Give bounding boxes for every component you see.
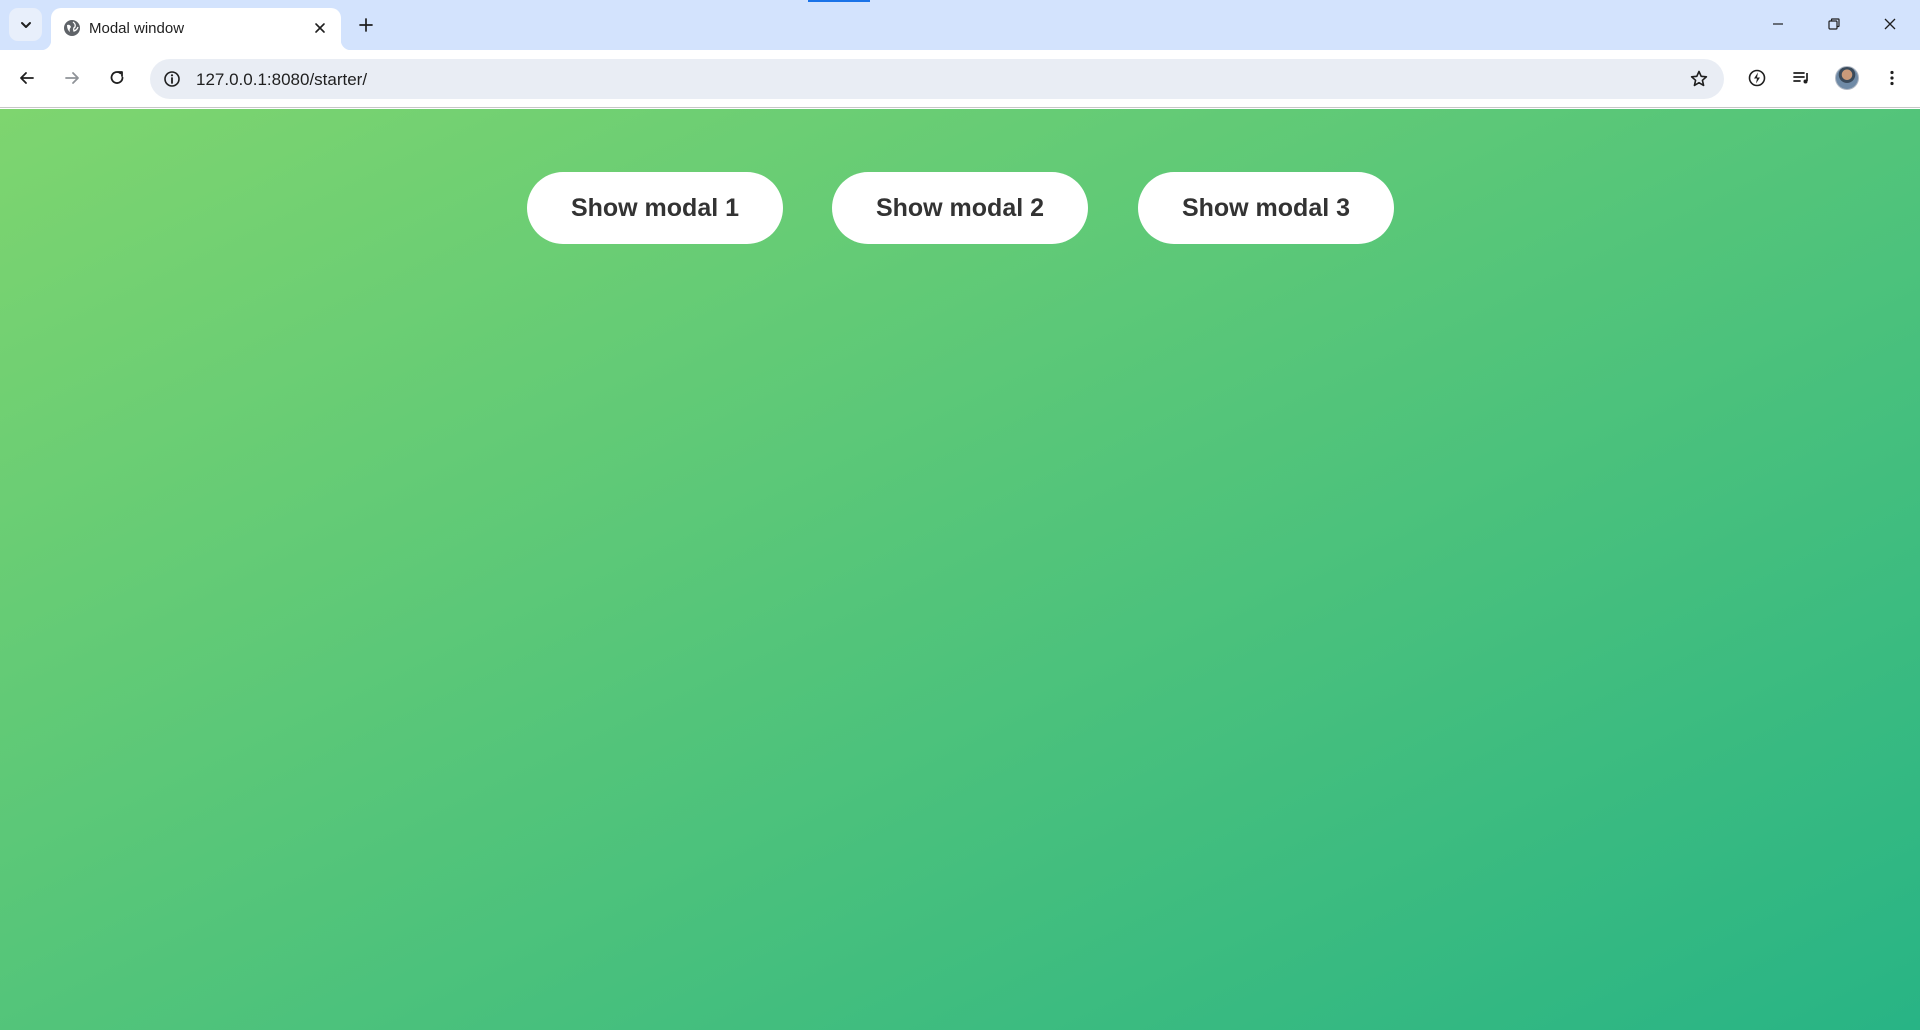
show-modal-2-button[interactable]: Show modal 2 [832,172,1088,244]
minimize-icon [1773,23,1783,25]
address-bar[interactable]: 127.0.0.1:8080/starter/ [150,59,1724,99]
reload-icon [110,71,124,84]
show-modal-3-button[interactable]: Show modal 3 [1138,172,1394,244]
menu-button[interactable] [1875,61,1909,95]
restore-button[interactable] [1806,0,1862,48]
arrow-left-icon [20,72,34,84]
loading-indicator [808,0,870,2]
tab-search-button[interactable] [9,8,42,41]
tab-modal-window[interactable]: Modal window [41,8,351,50]
performance-icon [1748,69,1766,87]
bookmark-button[interactable] [1684,64,1714,94]
avatar [1835,66,1859,90]
profile-button[interactable] [1830,61,1864,95]
media-controls-button[interactable] [1785,61,1819,95]
playlist-icon [1793,72,1808,84]
show-modal-1-button[interactable]: Show modal 1 [527,172,783,244]
tab-close-button[interactable] [309,17,331,39]
minimize-button[interactable] [1750,0,1806,48]
globe-icon [64,20,80,36]
plus-icon [359,18,373,32]
star-icon [1690,70,1708,87]
url-text[interactable]: 127.0.0.1:8080/starter/ [196,70,367,90]
tab-strip: Modal window [0,0,1920,50]
restore-icon [1828,18,1840,30]
arrow-right-icon [65,72,79,84]
forward-button[interactable] [55,61,89,95]
chevron-down-icon [20,21,31,28]
close-window-button[interactable] [1862,0,1918,48]
info-icon [164,71,180,87]
browser-toolbar: 127.0.0.1:8080/starter/ [0,50,1920,108]
close-icon [1884,18,1896,30]
extension-button[interactable] [1740,61,1774,95]
new-tab-button[interactable] [352,11,380,39]
reload-button[interactable] [100,61,134,95]
more-vertical-icon [1890,70,1894,86]
tab-title: Modal window [89,20,185,37]
site-info-button[interactable] [158,65,186,93]
back-button[interactable] [10,61,44,95]
close-icon [315,23,325,33]
page-content: Show modal 1 Show modal 2 Show modal 3 [0,109,1920,1030]
modal-button-row: Show modal 1 Show modal 2 Show modal 3 [0,172,1920,244]
